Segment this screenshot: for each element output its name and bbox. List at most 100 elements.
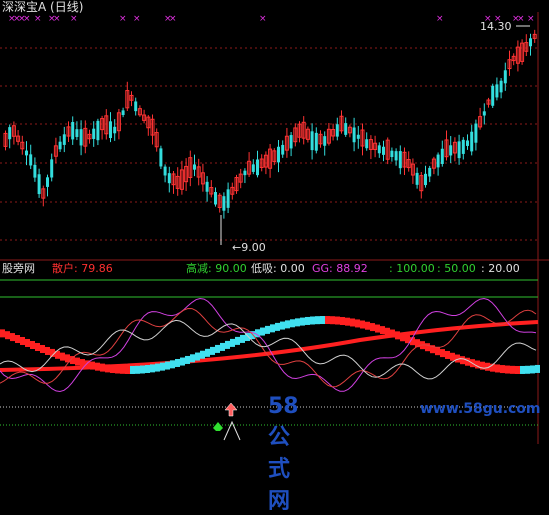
candle-down bbox=[356, 134, 360, 139]
wave-block bbox=[375, 324, 380, 333]
wave-block bbox=[380, 326, 385, 335]
candle-down bbox=[428, 167, 432, 177]
candle-down bbox=[503, 70, 507, 84]
candle-down bbox=[79, 129, 83, 146]
watermark-url: www.58gu.com bbox=[420, 401, 541, 417]
wave-block bbox=[300, 317, 305, 326]
candle-down bbox=[251, 164, 255, 172]
wave-block bbox=[315, 316, 320, 325]
signal-marker-icon: × bbox=[436, 14, 444, 24]
wave-block bbox=[340, 317, 345, 326]
wave-block bbox=[510, 365, 515, 374]
signal-marker-icon: × bbox=[133, 14, 141, 24]
wave-block bbox=[75, 357, 80, 366]
wave-block bbox=[155, 363, 160, 372]
wave-block bbox=[150, 364, 155, 373]
wave-block bbox=[165, 361, 170, 370]
wave-block bbox=[205, 348, 210, 357]
candle-down bbox=[62, 134, 66, 145]
wave-block bbox=[100, 363, 105, 372]
wave-block bbox=[325, 316, 330, 325]
indicator-item-level-100: : 100.00 bbox=[389, 262, 435, 275]
wave-block bbox=[105, 364, 110, 373]
candle-down bbox=[75, 129, 79, 137]
indicator-brand: 股旁网 bbox=[2, 262, 35, 275]
candle-down bbox=[113, 126, 117, 134]
wave-block bbox=[530, 365, 535, 374]
candle-down bbox=[365, 139, 369, 149]
wave-block bbox=[290, 319, 295, 328]
wave-block bbox=[405, 335, 410, 344]
candle-down bbox=[415, 172, 419, 185]
candle-down bbox=[25, 150, 28, 156]
candle-down bbox=[193, 164, 196, 170]
candle-down bbox=[529, 38, 532, 47]
indicator-item-low-buy: 低吸: 0.00 bbox=[251, 262, 305, 275]
wave-block bbox=[280, 321, 285, 330]
candle-down bbox=[394, 151, 398, 161]
wave-block bbox=[0, 329, 5, 338]
candle-down bbox=[482, 111, 486, 116]
signal-marker-icon: × bbox=[517, 14, 525, 24]
wave-block bbox=[400, 333, 405, 342]
candle-down bbox=[314, 132, 318, 151]
chart-title: 深深宝A (日线) bbox=[2, 0, 84, 14]
wave-block bbox=[435, 347, 440, 356]
candle-down bbox=[495, 84, 499, 98]
gg-line bbox=[0, 297, 537, 393]
candle-down bbox=[243, 170, 247, 176]
wave-block bbox=[270, 324, 275, 333]
wave-block bbox=[15, 335, 20, 344]
wave-block bbox=[160, 362, 165, 371]
candle-down bbox=[491, 85, 495, 106]
wave-block bbox=[170, 360, 175, 369]
wave-block bbox=[505, 365, 510, 374]
wave-block bbox=[40, 345, 45, 354]
buy-arrow-icon bbox=[224, 402, 238, 417]
candle-down bbox=[163, 166, 167, 176]
signal-marker-icon: × bbox=[53, 14, 61, 24]
signal-marker-icon: × bbox=[527, 14, 535, 24]
candle-down bbox=[8, 127, 12, 140]
wave-block bbox=[120, 365, 125, 374]
chart-canvas[interactable]: ×××× × ×× × × × ×× × × × × ×× × bbox=[0, 0, 549, 444]
wave-block bbox=[515, 365, 520, 374]
signal-marker-icon: × bbox=[119, 14, 127, 24]
candle-down bbox=[461, 139, 465, 154]
candle-down bbox=[33, 164, 37, 178]
wave-block bbox=[305, 316, 310, 325]
wave-block bbox=[215, 344, 220, 353]
wave-block bbox=[450, 352, 455, 361]
signal-marker-icon: × bbox=[259, 14, 267, 24]
candle-down bbox=[310, 131, 314, 151]
wave-block bbox=[495, 364, 500, 373]
wave-block bbox=[360, 320, 365, 329]
wave-block bbox=[345, 317, 350, 326]
candle-down bbox=[92, 128, 96, 139]
low-price-label: ←9.00 bbox=[232, 241, 266, 254]
low-price-value: 9.00 bbox=[241, 241, 266, 254]
candle-down bbox=[377, 145, 381, 154]
candle-down bbox=[29, 154, 33, 166]
wave-block bbox=[320, 316, 325, 325]
candle-down bbox=[96, 120, 100, 141]
candle-down bbox=[226, 189, 230, 208]
candle-down bbox=[323, 136, 327, 146]
wave-block bbox=[460, 356, 465, 365]
wave-block bbox=[45, 346, 50, 355]
wave-block bbox=[520, 365, 525, 374]
wave-block bbox=[260, 327, 265, 336]
wave-block bbox=[425, 343, 430, 352]
wave-block bbox=[190, 354, 195, 363]
candle-down bbox=[58, 141, 62, 150]
candle-down bbox=[205, 181, 209, 192]
wave-block bbox=[295, 318, 300, 327]
candle-down bbox=[398, 151, 402, 169]
wave-block bbox=[175, 358, 180, 367]
wave-block bbox=[60, 352, 65, 361]
wave-block bbox=[25, 338, 30, 347]
wave-block bbox=[140, 365, 145, 374]
candle-down bbox=[424, 173, 427, 186]
wave-block bbox=[235, 336, 240, 345]
wave-block bbox=[90, 361, 95, 370]
